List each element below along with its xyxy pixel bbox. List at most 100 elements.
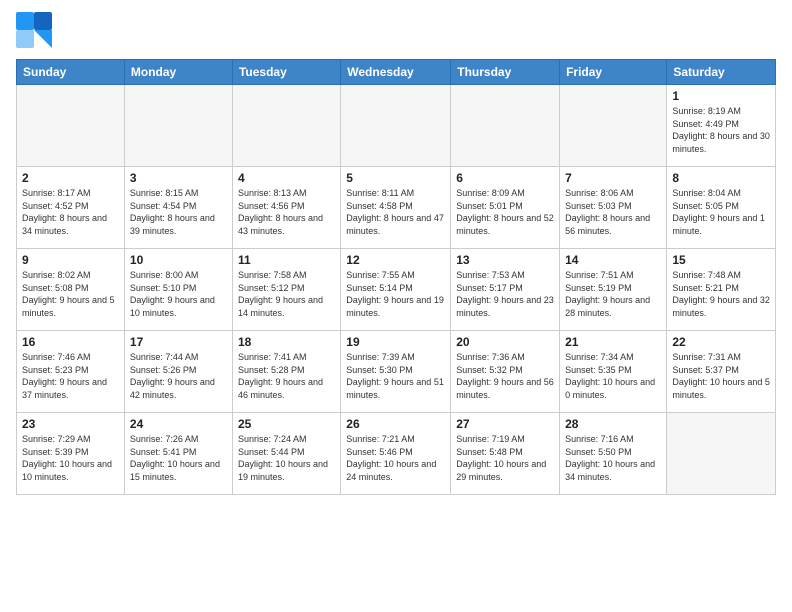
weekday-header-sunday: Sunday [17,60,125,85]
day-info: Sunrise: 7:29 AM Sunset: 5:39 PM Dayligh… [22,433,119,483]
calendar-cell: 14 Sunrise: 7:51 AM Sunset: 5:19 PM Dayli… [560,249,667,331]
calendar-cell: 5 Sunrise: 8:11 AM Sunset: 4:58 PM Daylig… [341,167,451,249]
day-info: Sunrise: 7:31 AM Sunset: 5:37 PM Dayligh… [672,351,770,401]
day-number: 11 [238,253,335,267]
calendar-cell: 7 Sunrise: 8:06 AM Sunset: 5:03 PM Daylig… [560,167,667,249]
calendar-cell [17,85,125,167]
calendar-cell: 8 Sunrise: 8:04 AM Sunset: 5:05 PM Daylig… [667,167,776,249]
calendar-cell: 10 Sunrise: 8:00 AM Sunset: 5:10 PM Dayli… [124,249,232,331]
day-number: 21 [565,335,661,349]
day-number: 19 [346,335,445,349]
day-info: Sunrise: 7:16 AM Sunset: 5:50 PM Dayligh… [565,433,661,483]
weekday-header-wednesday: Wednesday [341,60,451,85]
day-number: 5 [346,171,445,185]
calendar-cell: 26 Sunrise: 7:21 AM Sunset: 5:46 PM Dayli… [341,413,451,495]
calendar-cell: 18 Sunrise: 7:41 AM Sunset: 5:28 PM Dayli… [232,331,340,413]
calendar-cell: 4 Sunrise: 8:13 AM Sunset: 4:56 PM Daylig… [232,167,340,249]
weekday-header-thursday: Thursday [451,60,560,85]
calendar-cell: 3 Sunrise: 8:15 AM Sunset: 4:54 PM Daylig… [124,167,232,249]
calendar-cell [451,85,560,167]
day-number: 13 [456,253,554,267]
day-number: 4 [238,171,335,185]
day-number: 28 [565,417,661,431]
day-number: 7 [565,171,661,185]
day-number: 8 [672,171,770,185]
weekday-header-tuesday: Tuesday [232,60,340,85]
day-info: Sunrise: 8:19 AM Sunset: 4:49 PM Dayligh… [672,105,770,155]
day-info: Sunrise: 8:02 AM Sunset: 5:08 PM Dayligh… [22,269,119,319]
calendar-cell: 15 Sunrise: 7:48 AM Sunset: 5:21 PM Dayli… [667,249,776,331]
day-info: Sunrise: 7:48 AM Sunset: 5:21 PM Dayligh… [672,269,770,319]
calendar-table: SundayMondayTuesdayWednesdayThursdayFrid… [16,59,776,495]
day-info: Sunrise: 8:11 AM Sunset: 4:58 PM Dayligh… [346,187,445,237]
day-number: 1 [672,89,770,103]
day-number: 16 [22,335,119,349]
calendar-cell: 6 Sunrise: 8:09 AM Sunset: 5:01 PM Daylig… [451,167,560,249]
day-number: 23 [22,417,119,431]
day-info: Sunrise: 7:19 AM Sunset: 5:48 PM Dayligh… [456,433,554,483]
day-number: 20 [456,335,554,349]
calendar-cell: 13 Sunrise: 7:53 AM Sunset: 5:17 PM Dayli… [451,249,560,331]
calendar-cell: 19 Sunrise: 7:39 AM Sunset: 5:30 PM Dayli… [341,331,451,413]
day-info: Sunrise: 7:24 AM Sunset: 5:44 PM Dayligh… [238,433,335,483]
day-info: Sunrise: 8:00 AM Sunset: 5:10 PM Dayligh… [130,269,227,319]
day-info: Sunrise: 7:21 AM Sunset: 5:46 PM Dayligh… [346,433,445,483]
day-info: Sunrise: 7:34 AM Sunset: 5:35 PM Dayligh… [565,351,661,401]
calendar-cell: 16 Sunrise: 7:46 AM Sunset: 5:23 PM Dayli… [17,331,125,413]
day-info: Sunrise: 8:04 AM Sunset: 5:05 PM Dayligh… [672,187,770,237]
calendar-cell [341,85,451,167]
day-info: Sunrise: 7:41 AM Sunset: 5:28 PM Dayligh… [238,351,335,401]
calendar-cell: 24 Sunrise: 7:26 AM Sunset: 5:41 PM Dayli… [124,413,232,495]
day-info: Sunrise: 7:51 AM Sunset: 5:19 PM Dayligh… [565,269,661,319]
calendar-cell: 17 Sunrise: 7:44 AM Sunset: 5:26 PM Dayli… [124,331,232,413]
calendar-cell: 12 Sunrise: 7:55 AM Sunset: 5:14 PM Dayli… [341,249,451,331]
calendar-cell [560,85,667,167]
day-info: Sunrise: 7:53 AM Sunset: 5:17 PM Dayligh… [456,269,554,319]
day-number: 2 [22,171,119,185]
day-number: 26 [346,417,445,431]
day-info: Sunrise: 7:46 AM Sunset: 5:23 PM Dayligh… [22,351,119,401]
calendar-cell: 20 Sunrise: 7:36 AM Sunset: 5:32 PM Dayli… [451,331,560,413]
day-info: Sunrise: 7:26 AM Sunset: 5:41 PM Dayligh… [130,433,227,483]
calendar-cell: 21 Sunrise: 7:34 AM Sunset: 5:35 PM Dayli… [560,331,667,413]
calendar-cell [232,85,340,167]
day-info: Sunrise: 7:36 AM Sunset: 5:32 PM Dayligh… [456,351,554,401]
day-info: Sunrise: 8:09 AM Sunset: 5:01 PM Dayligh… [456,187,554,237]
day-number: 18 [238,335,335,349]
day-number: 14 [565,253,661,267]
day-number: 3 [130,171,227,185]
logo-icon [16,12,52,48]
weekday-header-friday: Friday [560,60,667,85]
calendar-cell: 27 Sunrise: 7:19 AM Sunset: 5:48 PM Dayli… [451,413,560,495]
calendar-cell: 25 Sunrise: 7:24 AM Sunset: 5:44 PM Dayli… [232,413,340,495]
calendar-cell: 11 Sunrise: 7:58 AM Sunset: 5:12 PM Dayli… [232,249,340,331]
day-number: 15 [672,253,770,267]
day-number: 25 [238,417,335,431]
day-number: 22 [672,335,770,349]
day-info: Sunrise: 7:39 AM Sunset: 5:30 PM Dayligh… [346,351,445,401]
calendar-cell: 2 Sunrise: 8:17 AM Sunset: 4:52 PM Daylig… [17,167,125,249]
calendar-cell: 9 Sunrise: 8:02 AM Sunset: 5:08 PM Daylig… [17,249,125,331]
weekday-header-monday: Monday [124,60,232,85]
calendar-cell: 1 Sunrise: 8:19 AM Sunset: 4:49 PM Daylig… [667,85,776,167]
day-info: Sunrise: 7:44 AM Sunset: 5:26 PM Dayligh… [130,351,227,401]
day-number: 10 [130,253,227,267]
logo [16,12,56,53]
day-info: Sunrise: 8:15 AM Sunset: 4:54 PM Dayligh… [130,187,227,237]
calendar-cell: 23 Sunrise: 7:29 AM Sunset: 5:39 PM Dayli… [17,413,125,495]
day-info: Sunrise: 7:55 AM Sunset: 5:14 PM Dayligh… [346,269,445,319]
day-info: Sunrise: 8:13 AM Sunset: 4:56 PM Dayligh… [238,187,335,237]
day-info: Sunrise: 8:17 AM Sunset: 4:52 PM Dayligh… [22,187,119,237]
day-number: 9 [22,253,119,267]
day-info: Sunrise: 7:58 AM Sunset: 5:12 PM Dayligh… [238,269,335,319]
calendar-cell [667,413,776,495]
day-info: Sunrise: 8:06 AM Sunset: 5:03 PM Dayligh… [565,187,661,237]
day-number: 6 [456,171,554,185]
day-number: 17 [130,335,227,349]
calendar-cell [124,85,232,167]
day-number: 24 [130,417,227,431]
calendar-cell: 22 Sunrise: 7:31 AM Sunset: 5:37 PM Dayli… [667,331,776,413]
day-number: 27 [456,417,554,431]
calendar-cell: 28 Sunrise: 7:16 AM Sunset: 5:50 PM Dayli… [560,413,667,495]
day-number: 12 [346,253,445,267]
